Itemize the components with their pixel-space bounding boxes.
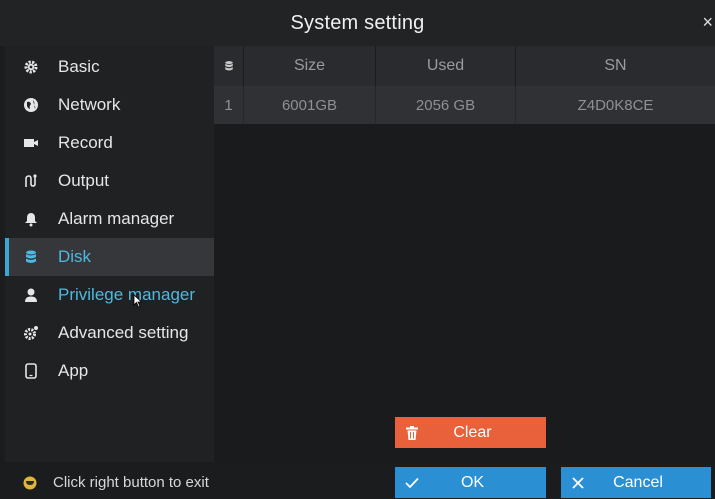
sidebar-item-network[interactable]: Network [5, 86, 214, 124]
advanced-gear-icon [22, 324, 40, 342]
sidebar-item-alarm-manager[interactable]: Alarm manager [5, 200, 214, 238]
sidebar-item-label: Output [58, 171, 110, 190]
ok-button[interactable]: OK [395, 467, 546, 498]
column-header-used: Used [376, 46, 516, 86]
table-row[interactable]: 1 6001GB 2056 GB Z4D0K8CE [214, 86, 715, 124]
mouse-hint-icon [23, 476, 37, 489]
sidebar: Basic Network Record Output Alarm manage… [5, 46, 214, 462]
window-title: System setting [290, 11, 425, 34]
sidebar-item-label: Advanced setting [58, 323, 189, 342]
sidebar-item-app[interactable]: App [5, 352, 214, 390]
disk-panel: Size Used SN 1 6001GB 2056 GB Z4D0K8CE [214, 46, 715, 462]
sidebar-item-label: Alarm manager [58, 209, 175, 228]
sidebar-item-basic[interactable]: Basic [5, 48, 214, 86]
clear-button[interactable]: Clear [395, 417, 546, 448]
video-camera-icon [22, 134, 40, 152]
sidebar-item-label: Network [58, 95, 121, 114]
select-all-disks-icon[interactable] [214, 46, 244, 86]
mouse-cursor-icon [133, 294, 143, 308]
clear-button-label: Clear [453, 423, 492, 441]
check-icon [395, 477, 429, 489]
status-bar: Click right button to exit [5, 466, 385, 499]
output-icon [22, 172, 40, 190]
database-icon [22, 248, 40, 266]
close-button[interactable]: × [702, 12, 713, 33]
disk-table-header: Size Used SN [214, 46, 715, 86]
sidebar-item-label: Privilege manager [58, 285, 196, 304]
sidebar-item-record[interactable]: Record [5, 124, 214, 162]
sidebar-item-disk[interactable]: Disk [5, 238, 214, 276]
sidebar-item-label: Basic [58, 57, 100, 76]
status-hint: Click right button to exit [53, 474, 209, 491]
sidebar-item-privilege-manager[interactable]: Privilege manager [5, 276, 214, 314]
sidebar-item-advanced-setting[interactable]: Advanced setting [5, 314, 214, 352]
row-index: 1 [214, 86, 244, 124]
user-icon [22, 286, 40, 304]
sidebar-item-label: Record [58, 133, 113, 152]
globe-icon [22, 96, 40, 114]
sidebar-item-label: Disk [58, 247, 92, 266]
title-bar: System setting × [0, 0, 715, 46]
phone-icon [22, 362, 40, 380]
column-header-sn: SN [604, 57, 627, 74]
disk-size: 6001GB [244, 86, 376, 124]
disk-used: 2056 GB [376, 86, 516, 124]
sidebar-item-output[interactable]: Output [5, 162, 214, 200]
close-icon [561, 476, 595, 489]
disk-serial-number: Z4D0K8CE [577, 96, 654, 114]
cancel-button-label: Cancel [613, 473, 663, 491]
column-header-size: Size [244, 46, 376, 86]
sidebar-item-label: App [58, 361, 89, 380]
gear-icon [22, 58, 40, 76]
ok-button-label: OK [460, 473, 485, 491]
bell-icon [22, 210, 40, 228]
cancel-button[interactable]: Cancel [561, 467, 711, 498]
trash-icon [395, 425, 429, 440]
